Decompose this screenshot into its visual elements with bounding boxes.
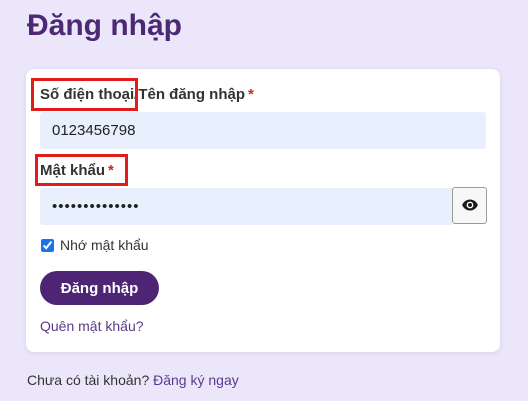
username-input[interactable] xyxy=(40,112,486,149)
password-label: Mật khẩu * xyxy=(40,161,114,181)
show-password-button[interactable] xyxy=(452,187,487,224)
remember-row: Nhớ mật khẩu xyxy=(40,235,149,255)
password-input[interactable] xyxy=(40,188,452,225)
username-label: Số điện thoại/Tên đăng nhập * xyxy=(40,85,254,105)
login-card: Số điện thoại/Tên đăng nhập* Mật khẩu* N… xyxy=(26,69,500,352)
password-required-mark: * xyxy=(108,162,114,179)
username-required-mark: * xyxy=(248,86,254,103)
remember-label[interactable]: Nhớ mật khẩu xyxy=(60,237,149,253)
register-link[interactable]: Đăng ký ngay xyxy=(153,372,239,388)
remember-checkbox[interactable] xyxy=(41,238,54,252)
login-button[interactable]: Đăng nhập xyxy=(40,271,159,305)
page-title: Đăng nhập xyxy=(27,9,182,42)
username-label-text: Số điện thoại/Tên đăng nhập xyxy=(40,86,245,103)
forgot-password-link[interactable]: Quên mật khẩu? xyxy=(40,318,144,334)
password-label-text: Mật khẩu xyxy=(40,162,106,179)
eye-icon xyxy=(462,199,478,211)
register-row: Chưa có tài khoản? Đăng ký ngay xyxy=(27,372,239,388)
no-account-text: Chưa có tài khoản? xyxy=(27,372,150,388)
